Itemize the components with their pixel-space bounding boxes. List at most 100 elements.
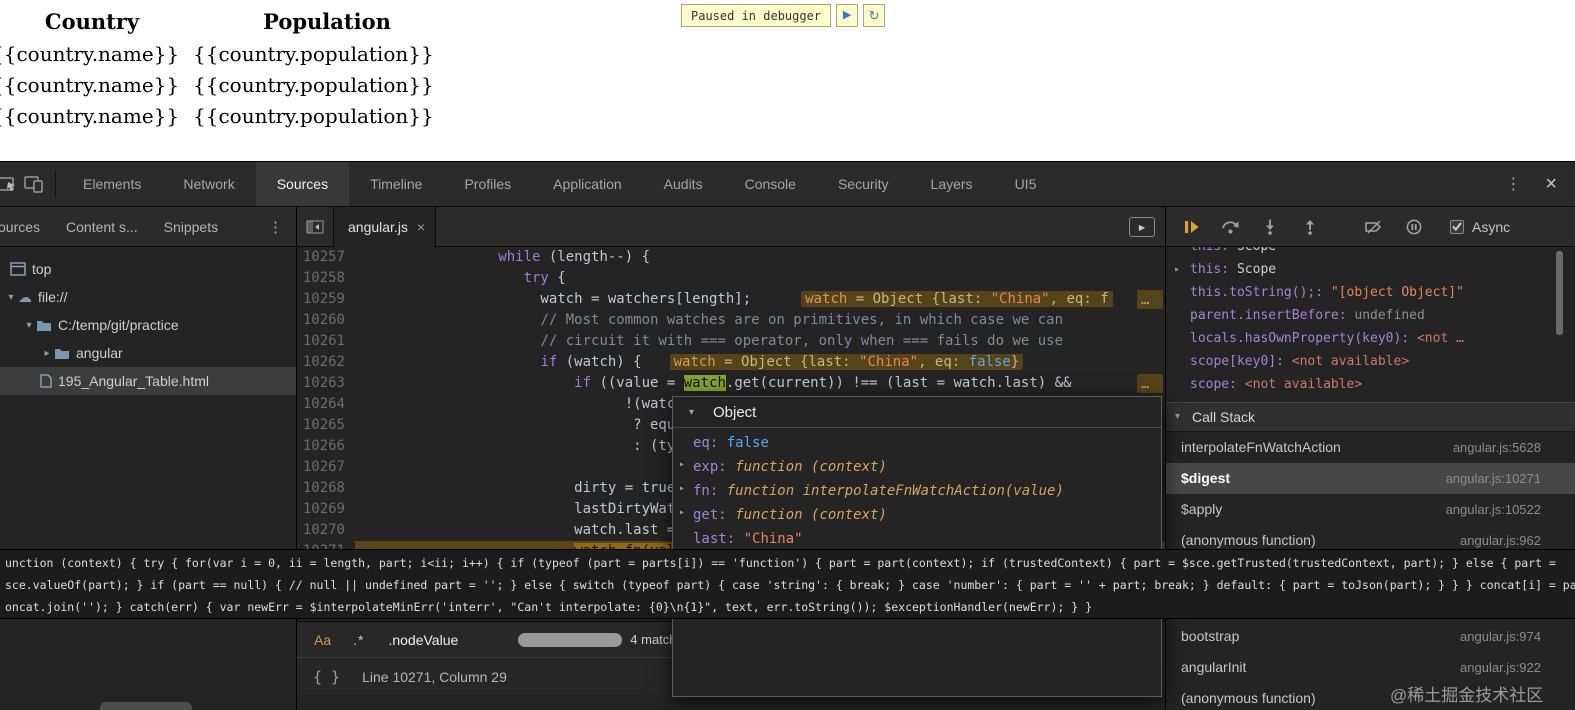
tab-elements[interactable]: Elements (62, 162, 162, 206)
tab-network[interactable]: Network (162, 162, 255, 206)
tab-sources-panel[interactable]: ources (0, 219, 53, 235)
collapse-arrow-icon[interactable]: ▸ (679, 507, 685, 518)
line-number[interactable]: 10265 (297, 415, 355, 436)
function-source-line: sce.valueOf(part); } if (part == null) {… (5, 578, 1575, 592)
line-number[interactable]: 10263 (297, 373, 355, 394)
tree-item-angular-folder[interactable]: ▸ angular (0, 339, 296, 367)
editor-tab-angular-js[interactable]: angular.js × (333, 207, 437, 247)
tab-timeline[interactable]: Timeline (349, 162, 443, 206)
debugger-sidebar: Async this: Scope ▸ this: Scope this.toS… (1166, 207, 1575, 710)
code-text: if ((value = watch.get(current)) !== (la… (574, 375, 1072, 391)
line-number[interactable]: 10266 (297, 436, 355, 457)
tab-application[interactable]: Application (532, 162, 643, 206)
cell-country-population: {{country.population}} (193, 41, 434, 66)
call-stack-frame[interactable]: bootstrap angular.js:974 (1166, 621, 1575, 652)
scope-row[interactable]: scope[key0]: <not available> (1166, 350, 1575, 373)
code-line: 10258 try { (297, 268, 1165, 289)
step-banner-button[interactable]: ↻ (863, 4, 886, 27)
devtools-menu-icon[interactable]: ⋮ (1485, 174, 1541, 194)
step-out-button[interactable] (1290, 219, 1330, 235)
line-number[interactable]: 10259 (297, 289, 355, 310)
call-stack-frame[interactable]: $digest angular.js:10271 (1166, 463, 1575, 494)
expand-arrow-icon[interactable]: ▾ (4, 292, 18, 303)
line-number[interactable]: 10258 (297, 268, 355, 289)
scope-row[interactable]: this: Scope (1166, 247, 1575, 258)
call-stack-frame[interactable]: interpolateFnWatchAction angular.js:5628 (1166, 432, 1575, 463)
pause-on-exceptions-button[interactable] (1394, 219, 1434, 235)
collapse-arrow-icon[interactable]: ▸ (679, 459, 685, 470)
tab-security[interactable]: Security (817, 162, 910, 206)
code-text: if (watch) {watch = Object {last: "China… (355, 352, 1024, 373)
collapse-arrow-icon[interactable]: ▸ (679, 483, 685, 494)
code-text: while (length--) { (498, 249, 651, 265)
countries-table: Country Population {{country.name}} {{co… (0, 4, 461, 131)
line-number[interactable]: 10257 (297, 247, 355, 268)
code-text: !(watch.eq (355, 396, 710, 412)
call-stack-frame[interactable]: angularInit angular.js:922 (1166, 652, 1575, 683)
resume-button[interactable] (1172, 220, 1210, 234)
line-number[interactable]: 10260 (297, 310, 355, 331)
inline-eval-value: watch = Object {last: "China", eq: f (801, 291, 1113, 307)
scope-row[interactable]: this.toString();: "[object Object]" (1166, 281, 1575, 304)
popup-title-row[interactable]: ▾ Object (673, 397, 1161, 428)
tab-snippets[interactable]: Snippets (151, 219, 231, 235)
tab-console[interactable]: Console (724, 162, 817, 206)
watermark: @稀土掘金技术社区 (1390, 686, 1544, 705)
tab-content-scripts[interactable]: Content s... (53, 219, 151, 235)
async-checkbox[interactable] (1450, 219, 1464, 234)
tree-item-label: file:// (38, 289, 68, 305)
call-stack-header[interactable]: ▾ Call Stack (1166, 402, 1575, 432)
expand-arrow-icon[interactable]: ▾ (22, 320, 36, 331)
toggle-navigator-icon[interactable] (306, 220, 324, 234)
tree-item-top[interactable]: top (0, 255, 296, 283)
cell-country-population: {{country.population}} (193, 72, 434, 97)
collapse-arrow-icon[interactable]: ▸ (1174, 258, 1180, 281)
scope-row[interactable]: parent.insertBefore: undefined (1166, 304, 1575, 327)
regex-toggle[interactable]: .* (353, 632, 364, 648)
line-number[interactable]: 10270 (297, 520, 355, 541)
line-number[interactable]: 10269 (297, 499, 355, 520)
scope-pane: this: Scope ▸ this: Scope this.toString(… (1166, 247, 1575, 403)
tree-item-html-file[interactable]: 195_Angular_Table.html (0, 367, 296, 395)
search-scrollbar-thumb[interactable] (518, 632, 623, 647)
call-stack-frame[interactable]: $apply angular.js:10522 (1166, 494, 1575, 525)
collapse-arrow-icon[interactable]: ▸ (40, 348, 54, 359)
pretty-print-icon[interactable]: { } (313, 668, 340, 686)
table-header-row: Country Population (0, 4, 461, 38)
deactivate-breakpoints-button[interactable] (1354, 219, 1394, 234)
step-into-button[interactable] (1250, 219, 1290, 235)
line-number[interactable]: 10267 (297, 457, 355, 478)
line-number[interactable]: 10264 (297, 394, 355, 415)
search-input[interactable]: .nodeValue (388, 632, 458, 648)
resume-script-button[interactable]: ▶ (836, 4, 859, 27)
tab-audits[interactable]: Audits (643, 162, 724, 206)
line-number[interactable]: 10262 (297, 352, 355, 373)
line-number[interactable]: 10261 (297, 331, 355, 352)
tab-layers[interactable]: Layers (910, 162, 994, 206)
scrollbar-thumb[interactable] (100, 702, 192, 710)
match-case-toggle[interactable]: Aa (314, 632, 331, 648)
close-tab-icon[interactable]: × (417, 219, 425, 235)
tree-item-practice-folder[interactable]: ▾ C:/temp/git/practice (0, 311, 296, 339)
scope-row[interactable]: ▸ this: Scope (1166, 258, 1575, 281)
property-row[interactable]: eq: false (673, 435, 1161, 459)
table-row: {{country.name}} {{country.population}} (0, 69, 461, 100)
tab-ui5[interactable]: UI5 (994, 162, 1058, 206)
device-toolbar-icon[interactable] (21, 175, 47, 193)
toolbar-separator (55, 171, 56, 197)
step-over-button[interactable] (1210, 219, 1250, 234)
scrollbar-thumb[interactable] (1556, 251, 1563, 335)
property-row[interactable]: ▸ get: function (context) (673, 507, 1161, 531)
tab-sources[interactable]: Sources (255, 162, 350, 206)
tree-item-file-protocol[interactable]: ▾ ☁ file:// (0, 283, 296, 311)
navigator-menu-icon[interactable]: ⋮ (255, 218, 296, 236)
property-row[interactable]: ▸ exp: function (context) (673, 459, 1161, 483)
tab-profiles[interactable]: Profiles (443, 162, 532, 206)
inspect-element-icon[interactable] (0, 175, 21, 193)
property-row[interactable]: ▸ fn: function interpolateFnWatchAction(… (673, 483, 1161, 507)
line-number[interactable]: 10268 (297, 478, 355, 499)
scope-row[interactable]: locals.hasOwnProperty(key0): <not … (1166, 327, 1575, 350)
scope-row[interactable]: scope: <not available> (1166, 373, 1575, 396)
show-drawer-icon[interactable]: ▶ (1129, 217, 1155, 237)
devtools-close-icon[interactable]: × (1541, 173, 1575, 196)
